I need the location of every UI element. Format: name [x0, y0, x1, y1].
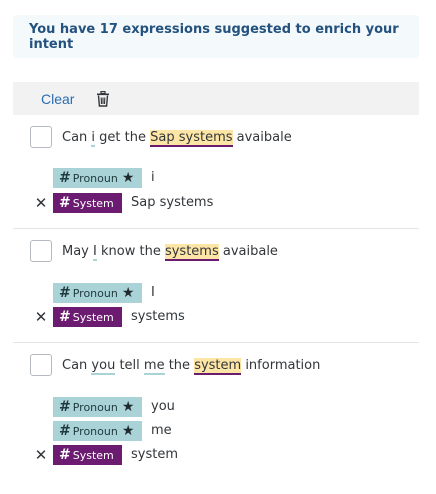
annotation-value: me	[151, 423, 172, 438]
entity-tag-system[interactable]: # System	[53, 445, 122, 465]
expression-item: Can i get the Sap systems avaibale # Pron…	[13, 126, 419, 226]
expression-text: May I know the systems avaibale	[62, 243, 278, 261]
annotation-value: system	[131, 447, 178, 462]
star-icon: ★	[121, 285, 135, 301]
expression-item: Can you tell me the system information #…	[13, 354, 419, 474]
star-icon: ★	[121, 170, 135, 186]
annotation-value: you	[151, 399, 175, 414]
star-icon: ★	[121, 399, 135, 415]
expression-row: Can you tell me the system information	[30, 354, 320, 376]
trash-icon[interactable]	[96, 90, 110, 107]
expression-row: May I know the systems avaibale	[30, 240, 278, 262]
toolbar: Clear	[13, 82, 419, 115]
expression-text: Can i get the Sap systems avaibale	[62, 129, 292, 147]
entity-tag-pronoun[interactable]: # Pronoun ★	[53, 397, 142, 417]
annotation-value: i	[151, 170, 155, 185]
expression-item: May I know the systems avaibale # Pronoun…	[13, 240, 419, 340]
remove-annotation-icon[interactable]: ✕	[34, 307, 48, 327]
clear-button[interactable]: Clear	[41, 91, 74, 107]
entity-tag-system[interactable]: # System	[53, 307, 122, 327]
expression-row: Can i get the Sap systems avaibale	[30, 126, 292, 148]
suggestion-banner: You have 17 expressions suggested to enr…	[13, 15, 419, 58]
entity-tag-pronoun[interactable]: # Pronoun ★	[53, 283, 142, 303]
remove-annotation-icon[interactable]: ✕	[34, 445, 48, 465]
annotation-value: I	[151, 285, 155, 300]
annotation-value: systems	[131, 309, 185, 324]
divider	[13, 228, 419, 229]
remove-annotation-icon[interactable]: ✕	[34, 193, 48, 213]
entity-tag-system[interactable]: # System	[53, 193, 122, 213]
expression-checkbox[interactable]	[30, 240, 52, 262]
entity-tag-pronoun[interactable]: # Pronoun ★	[53, 168, 142, 188]
entity-tag-pronoun[interactable]: # Pronoun ★	[53, 421, 142, 441]
expression-text: Can you tell me the system information	[62, 357, 321, 375]
divider	[13, 342, 419, 343]
suggestion-count-text: You have 17 expressions suggested to enr…	[29, 21, 399, 52]
annotation-value: Sap systems	[131, 195, 214, 210]
expression-checkbox[interactable]	[30, 354, 52, 376]
expression-checkbox[interactable]	[30, 126, 52, 148]
star-icon: ★	[121, 423, 135, 439]
